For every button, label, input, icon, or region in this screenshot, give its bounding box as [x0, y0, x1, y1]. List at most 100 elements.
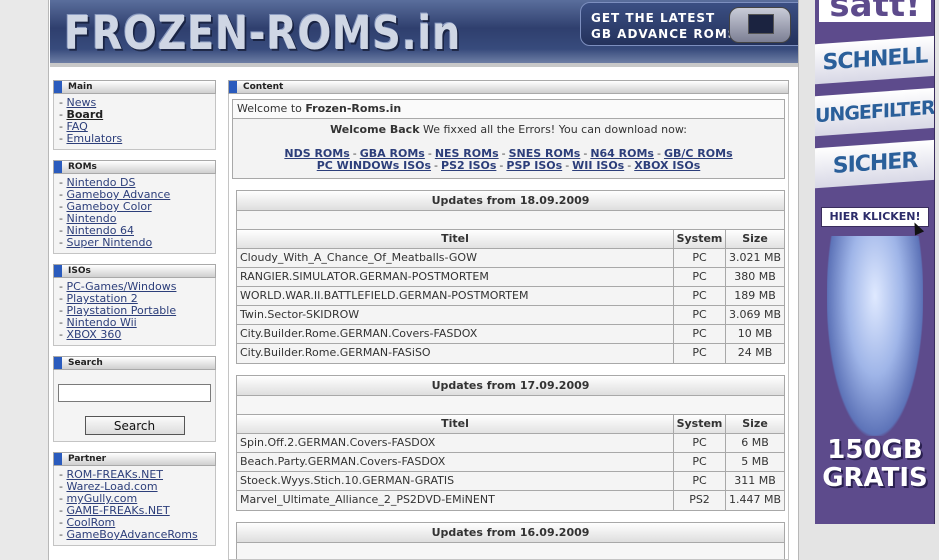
- sidebar-main-list: - News - Board - FAQ - Emulators: [53, 94, 216, 150]
- list-item: - GameBoyAdvanceRoms: [59, 528, 198, 541]
- welcome-site-name: Frozen-Roms.in: [305, 102, 402, 115]
- release-size: 311 MB: [734, 474, 776, 487]
- advertisement-banner[interactable]: satt! SCHNELL UNGEFILTERT SICHER HIER KL…: [815, 0, 935, 524]
- release-system: PC: [674, 268, 726, 286]
- link-psp-isos[interactable]: PSP ISOs: [506, 159, 562, 172]
- welcome-box: Welcome to Frozen-Roms.in Welcome Back W…: [232, 99, 785, 179]
- release-title[interactable]: RANGIER.SIMULATOR.GERMAN-POSTMORTEM: [237, 268, 674, 286]
- table-row[interactable]: Stoeck.Wyys.Stich.10.GERMAN-GRATIS PC 311 …: [237, 472, 784, 491]
- table-row[interactable]: WORLD.WAR.II.BATTLEFIELD.GERMAN-POSTMORT…: [237, 287, 784, 306]
- updates-spacer: [237, 396, 784, 415]
- content-body: Welcome to Frozen-Roms.in Welcome Back W…: [228, 94, 789, 560]
- release-size: 24 MB: [737, 346, 773, 359]
- left-margin: [0, 0, 48, 560]
- release-title[interactable]: City.Builder.Rome.GERMAN.Covers-FASDOX: [237, 325, 674, 343]
- ad-top-text: satt!: [819, 0, 931, 22]
- col-size-header: Size: [742, 232, 768, 245]
- release-system: PC: [674, 453, 726, 471]
- search-button[interactable]: Search: [84, 416, 185, 435]
- release-title[interactable]: Marvel_Ultimate_Alliance_2_PS2DVD-EMiNEN…: [237, 491, 674, 510]
- sidebar-link-super-nintendo[interactable]: Super Nintendo: [66, 236, 152, 249]
- table-header-row: Titel System Size: [237, 230, 784, 249]
- sidebar-link-emulators[interactable]: Emulators: [66, 132, 122, 145]
- separator: -: [499, 159, 504, 172]
- updates-spacer: [237, 543, 784, 559]
- updates-table-17-09: Updates from 17.09.2009 Titel System Siz…: [236, 375, 785, 511]
- list-item: - Super Nintendo: [59, 236, 153, 249]
- release-title[interactable]: Spin.Off.2.GERMAN.Covers-FASDOX: [237, 434, 674, 452]
- updates-heading: Updates from 18.09.2009: [237, 191, 784, 211]
- release-size: 5 MB: [741, 455, 769, 468]
- list-item: - Emulators: [59, 132, 123, 145]
- release-title[interactable]: Beach.Party.GERMAN.Covers-FASDOX: [237, 453, 674, 471]
- updates-table-18-09: Updates from 18.09.2009 Titel System Siz…: [236, 190, 785, 364]
- promo-line-1: GET THE LATEST: [591, 11, 716, 25]
- table-row[interactable]: Marvel_Ultimate_Alliance_2_PS2DVD-EMiNEN…: [237, 491, 784, 510]
- release-system: PC: [674, 325, 726, 343]
- site-logo[interactable]: FROZEN-ROMS.in: [64, 6, 461, 60]
- promo-banner[interactable]: GET THE LATEST GB ADVANCE ROMS: [580, 2, 798, 46]
- content-panel: Content Welcome to Frozen-Roms.in Welcom…: [228, 80, 789, 560]
- col-system-header: System: [674, 230, 726, 248]
- release-title[interactable]: Cloudy_With_A_Chance_Of_Meatballs-GOW: [237, 249, 674, 267]
- release-size: 6 MB: [741, 436, 769, 449]
- table-row[interactable]: RANGIER.SIMULATOR.GERMAN-POSTMORTEM PC 380…: [237, 268, 784, 287]
- link-pc-windows-isos[interactable]: PC WINDOWs ISOs: [317, 159, 431, 172]
- banner-divider: [50, 63, 798, 67]
- col-system-header: System: [674, 415, 726, 433]
- welcome-title: Welcome to Frozen-Roms.in: [233, 100, 784, 119]
- release-size: 1.447 MB: [728, 493, 782, 506]
- col-size-header: Size: [742, 417, 768, 430]
- site-banner[interactable]: FROZEN-ROMS.in GET THE LATEST GB ADVANCE…: [50, 0, 798, 63]
- category-links-row-2: PC WINDOWs ISOs - PS2 ISOs - PSP ISOs - WII IS…: [233, 160, 784, 172]
- updates-spacer: [237, 211, 784, 230]
- welcome-back-label: Welcome Back: [330, 123, 420, 136]
- updates-heading: Updates from 16.09.2009: [237, 523, 784, 543]
- ad-band-schnell: SCHNELL: [815, 35, 934, 85]
- release-title[interactable]: WORLD.WAR.II.BATTLEFIELD.GERMAN-POSTMORT…: [237, 287, 674, 305]
- col-title-header: Titel: [237, 230, 674, 248]
- sidebar: Main - News - Board - FAQ - Emulators RO…: [53, 80, 216, 546]
- release-size: 3.069 MB: [728, 308, 782, 321]
- link-xbox-isos[interactable]: XBOX ISOs: [634, 159, 700, 172]
- table-row[interactable]: City.Builder.Rome.GERMAN-FASiSO PC 24 MB: [237, 344, 784, 363]
- sidebar-isos-header: ISOs: [53, 264, 216, 278]
- search-box: Search: [53, 370, 216, 442]
- link-wii-isos[interactable]: WII ISOs: [572, 159, 624, 172]
- search-input[interactable]: [58, 384, 211, 402]
- sidebar-partner-list: - ROM-FREAKs.NET - Warez-Load.com - myGu…: [53, 466, 216, 546]
- table-row[interactable]: Cloudy_With_A_Chance_Of_Meatballs-GOW PC 3…: [237, 249, 784, 268]
- updates-heading: Updates from 17.09.2009: [237, 376, 784, 396]
- sidebar-link-xbox-360[interactable]: XBOX 360: [66, 328, 121, 341]
- right-margin: [800, 0, 815, 560]
- table-row[interactable]: Beach.Party.GERMAN.Covers-FASDOX PC 5 MB: [237, 453, 784, 472]
- table-row[interactable]: Spin.Off.2.GERMAN.Covers-FASDOX PC 6 MB: [237, 434, 784, 453]
- separator: -: [627, 159, 632, 172]
- release-system: PS2: [674, 491, 726, 510]
- table-row[interactable]: Twin.Sector-SKIDROW PC 3.069 MB: [237, 306, 784, 325]
- sidebar-partner-header: Partner: [53, 452, 216, 466]
- sidebar-search-header: Search: [53, 356, 216, 370]
- sidebar-roms-header: ROMs: [53, 160, 216, 174]
- release-system: PC: [674, 472, 726, 490]
- release-system: PC: [674, 287, 726, 305]
- release-title[interactable]: Twin.Sector-SKIDROW: [237, 306, 674, 324]
- table-header-row: Titel System Size: [237, 415, 784, 434]
- gameboy-advance-icon: [729, 7, 791, 43]
- release-title[interactable]: Stoeck.Wyys.Stich.10.GERMAN-GRATIS: [237, 472, 674, 490]
- promo-line-2: GB ADVANCE ROMS: [591, 27, 738, 41]
- separator: -: [565, 159, 570, 172]
- release-title[interactable]: City.Builder.Rome.GERMAN-FASiSO: [237, 344, 674, 363]
- welcome-message: Welcome Back We fixxed all the Errors! Y…: [233, 119, 784, 178]
- ad-bottom-text: 150GB GRATIS: [815, 436, 934, 492]
- updates-table-16-09: Updates from 16.09.2009: [236, 522, 785, 559]
- welcome-prefix: Welcome to: [237, 102, 306, 115]
- sidebar-isos-list: - PC-Games/Windows - Playstation 2 - Pla…: [53, 278, 216, 346]
- col-title-header: Titel: [237, 415, 674, 433]
- table-row[interactable]: City.Builder.Rome.GERMAN.Covers-FASDOX PC…: [237, 325, 784, 344]
- release-system: PC: [674, 344, 726, 363]
- partner-link-gameboyadvanceroms[interactable]: GameBoyAdvanceRoms: [66, 528, 197, 541]
- link-ps2-isos[interactable]: PS2 ISOs: [441, 159, 496, 172]
- welcome-back-line: Welcome Back We fixxed all the Errors! Y…: [233, 123, 784, 136]
- release-size: 3.021 MB: [728, 251, 782, 264]
